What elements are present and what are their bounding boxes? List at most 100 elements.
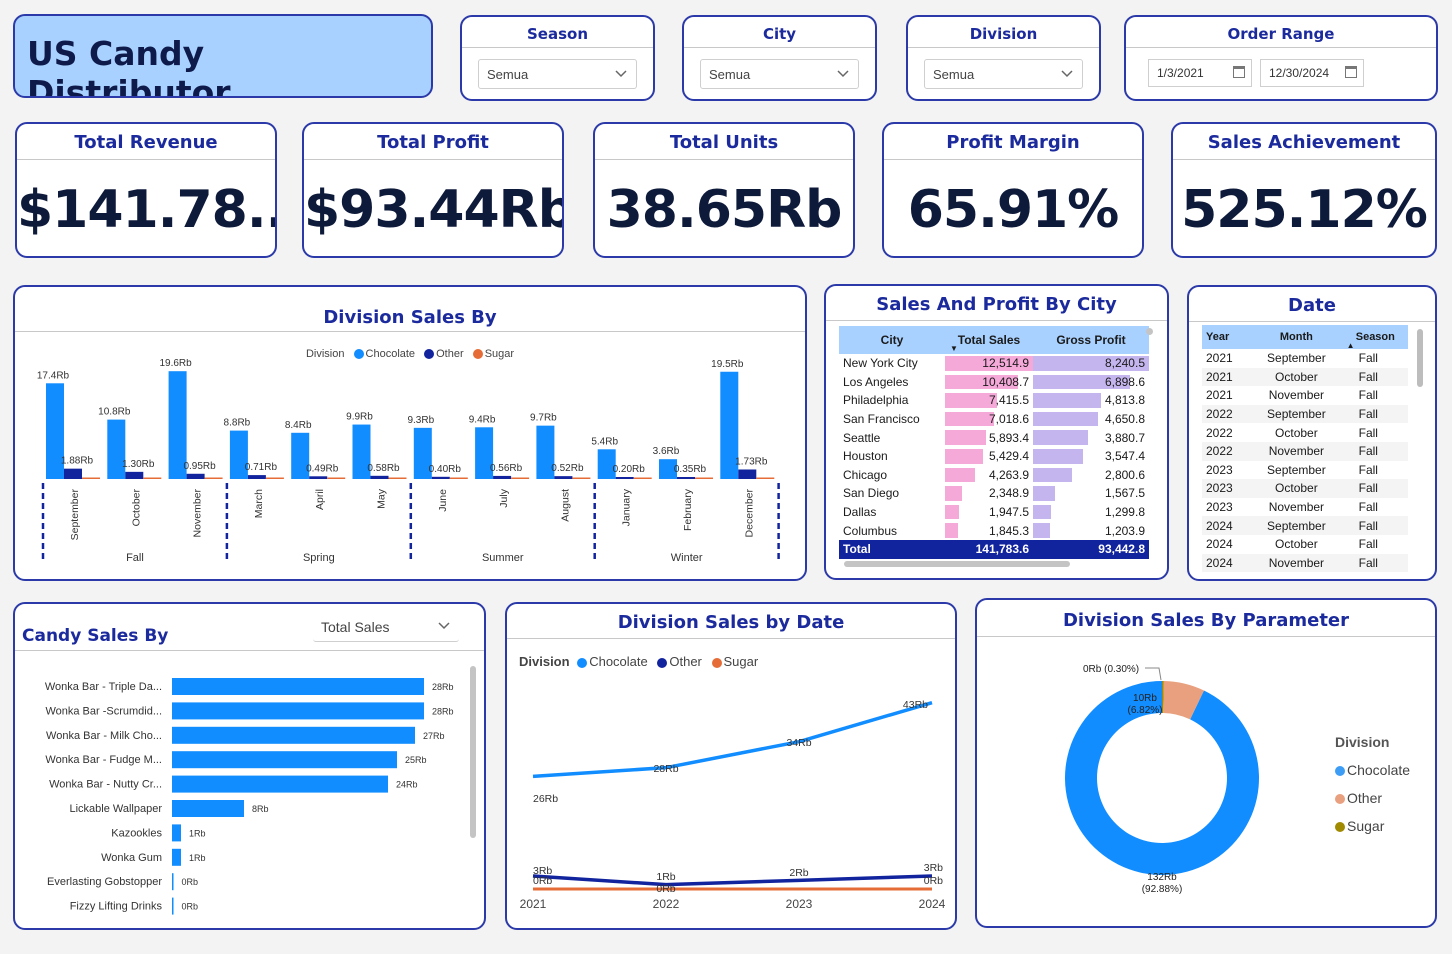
bar[interactable] xyxy=(172,848,181,866)
table-row[interactable]: 2022 November Fall xyxy=(1202,441,1408,461)
season-dropdown[interactable]: Semua xyxy=(478,59,637,89)
bar-other[interactable] xyxy=(64,468,82,479)
table-row[interactable]: Los Angeles 10,408.7 6,898.6 xyxy=(839,373,1149,392)
table-row[interactable]: 2021 September Fall xyxy=(1202,349,1408,368)
table-row[interactable]: 2023 September Fall xyxy=(1202,461,1408,480)
table-row[interactable]: Columbus 1,845.3 1,203.9 xyxy=(839,521,1149,540)
legend-dot xyxy=(1335,822,1345,833)
data-label: 0.49Rb xyxy=(306,463,339,474)
column-header-season[interactable]: Season ▲ xyxy=(1343,325,1408,350)
order-range-end-input[interactable]: 12/30/2024 xyxy=(1260,59,1364,87)
cell-city: San Diego xyxy=(843,486,900,501)
table-row[interactable]: 2024 September Fall xyxy=(1202,516,1408,535)
column-header-month[interactable]: Month xyxy=(1250,325,1343,349)
table-row[interactable]: Chicago 4,263.9 2,800.6 xyxy=(839,466,1149,485)
cell-year: 2024 xyxy=(1206,518,1233,533)
bar-other[interactable] xyxy=(247,475,266,479)
data-label: 1Rb xyxy=(656,871,675,883)
bar-other[interactable] xyxy=(186,473,205,479)
division-dropdown[interactable]: Semua xyxy=(924,59,1083,89)
table-row[interactable]: 2021 October Fall xyxy=(1202,367,1408,387)
bar-other[interactable] xyxy=(554,476,573,479)
bar-other[interactable] xyxy=(677,477,695,479)
bar[interactable] xyxy=(172,702,424,720)
bar[interactable] xyxy=(172,897,174,915)
bar[interactable] xyxy=(172,775,388,793)
bar[interactable] xyxy=(172,873,174,891)
division-donut-chart: 132Rb(92.88%) 10Rb(6.82%) 0Rb (0.30%) xyxy=(1065,664,1259,895)
table-row[interactable]: 2023 November Fall xyxy=(1202,498,1408,517)
column-header-year[interactable]: Year xyxy=(1202,325,1250,349)
date-table-card: Date Year Month Season ▲ 2021 September Fal… xyxy=(1187,285,1437,581)
bar-other[interactable] xyxy=(309,476,328,479)
vertical-scrollbar[interactable] xyxy=(470,666,476,838)
bar[interactable] xyxy=(172,678,424,695)
column-header-gross-profit[interactable]: Gross Profit xyxy=(1033,326,1149,354)
table-row[interactable]: Seattle 5,893.4 3,880.7 xyxy=(839,428,1149,447)
bar-other[interactable] xyxy=(738,469,757,479)
table-row[interactable]: San Francisco 7,018.6 4,650.8 xyxy=(839,410,1149,429)
data-label: 0.40Rb xyxy=(429,464,462,475)
division-line-chart: 26Rb28Rb34Rb43Rb3Rb 1Rb 2Rb 3Rb0Rb0Rb0Rb202… xyxy=(520,699,946,911)
table-row[interactable]: 2023 October Fall xyxy=(1202,479,1408,498)
horizontal-scrollbar[interactable] xyxy=(844,561,1070,567)
table-row[interactable]: Philadelphia 7,415.5 4,813.8 xyxy=(839,391,1149,410)
table-row[interactable]: Houston 5,429.4 3,547.4 xyxy=(839,447,1149,466)
bar-sugar[interactable] xyxy=(327,477,346,480)
bar-chocolate[interactable] xyxy=(107,419,126,479)
bar-other[interactable] xyxy=(493,475,512,479)
table-row[interactable]: Dallas 1,947.5 1,299.8 xyxy=(839,503,1149,522)
table-row[interactable]: 2022 October Fall xyxy=(1202,423,1408,442)
bar-sugar[interactable] xyxy=(204,477,223,480)
column-header-city[interactable]: City xyxy=(839,326,945,354)
division-dropdown-value: Semua xyxy=(933,67,975,82)
table-row[interactable]: 2024 November Fall xyxy=(1202,553,1408,573)
bar-sugar[interactable] xyxy=(265,477,284,480)
order-range-start-input[interactable]: 1/3/2021 xyxy=(1148,59,1252,87)
bar[interactable] xyxy=(172,726,415,744)
table-row[interactable]: New York City 12,514.9 8,240.5 xyxy=(839,354,1149,373)
measure-dropdown[interactable]: Total Sales xyxy=(313,612,459,642)
table-row[interactable]: 2022 September Fall xyxy=(1202,404,1408,424)
tick-label: March xyxy=(253,489,265,518)
legend-item-sugar: Sugar xyxy=(1335,812,1410,840)
bar-sugar[interactable] xyxy=(756,477,775,480)
bar[interactable] xyxy=(172,824,181,842)
cell-year: 2021 xyxy=(1206,388,1233,403)
bar-other[interactable] xyxy=(370,475,389,479)
data-label: 8.8Rb xyxy=(224,418,251,429)
city-dropdown[interactable]: Semua xyxy=(700,59,859,89)
series-line-other[interactable] xyxy=(532,874,933,887)
cell-gross-profit: 6,898.6 xyxy=(1033,373,1149,392)
bar-sugar[interactable] xyxy=(511,477,530,480)
table-row[interactable]: 2024 October Fall xyxy=(1202,535,1408,554)
table-row[interactable]: 2021 November Fall xyxy=(1202,386,1408,405)
cell-value: 7,018.6 xyxy=(988,412,1029,427)
kpi-value: 525.12% xyxy=(1181,180,1428,240)
bar-other[interactable] xyxy=(431,476,450,479)
cell-city: Philadelphia xyxy=(843,393,909,408)
division-by-date-card: Division Sales by Date Division Chocolat… xyxy=(505,602,957,930)
series-line-chocolate[interactable] xyxy=(532,700,933,779)
category-label: Kazookles xyxy=(111,827,162,839)
vertical-scrollbar[interactable] xyxy=(1146,328,1153,335)
data-bar xyxy=(1033,467,1073,483)
table-row[interactable]: San Diego 2,348.9 1,567.5 xyxy=(839,484,1149,503)
bar[interactable] xyxy=(172,751,397,769)
bar-other[interactable] xyxy=(125,471,144,479)
legend-item-other: Other xyxy=(1335,784,1410,812)
bar-sugar[interactable] xyxy=(695,477,713,480)
bar-sugar[interactable] xyxy=(449,477,468,480)
column-header-label: Season xyxy=(1355,331,1395,343)
bar[interactable] xyxy=(172,800,244,817)
column-header-total-sales[interactable]: Total Sales ▼ xyxy=(945,326,1033,354)
bar-sugar[interactable] xyxy=(572,477,591,480)
bar-sugar[interactable] xyxy=(388,477,407,480)
bar-other[interactable] xyxy=(615,477,634,479)
bar-sugar[interactable] xyxy=(82,477,100,480)
bar-sugar[interactable] xyxy=(633,477,652,480)
cell-year: 2023 xyxy=(1206,462,1233,477)
chevron-down-icon xyxy=(1061,70,1073,78)
bar-sugar[interactable] xyxy=(143,477,162,480)
vertical-scrollbar[interactable] xyxy=(1417,329,1423,387)
